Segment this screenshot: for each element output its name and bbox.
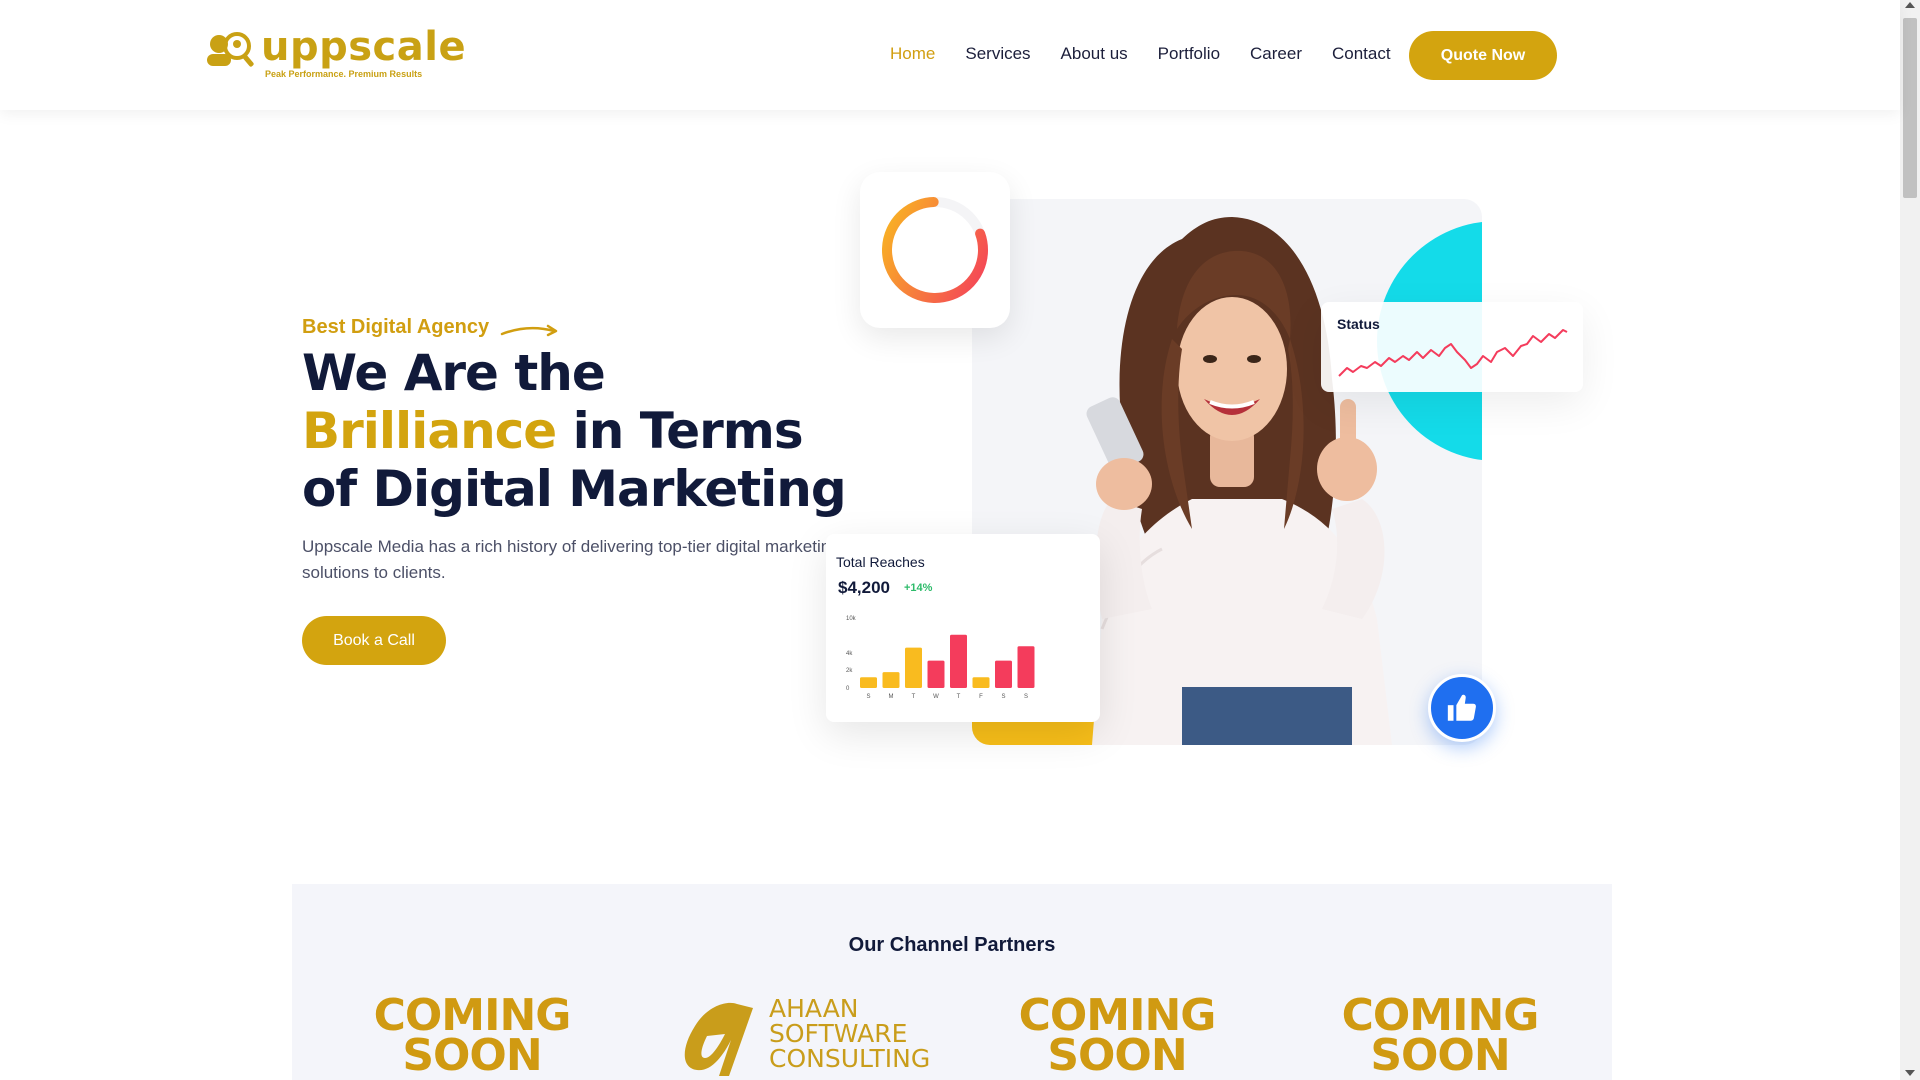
ahaan-line2: SOFTWARE bbox=[769, 1019, 908, 1048]
reach-bar bbox=[860, 677, 877, 688]
hero-description-line2: solutions to clients. bbox=[302, 563, 446, 582]
reach-value: $4,200 bbox=[838, 578, 890, 597]
logo-icon bbox=[207, 32, 254, 67]
nav-home[interactable]: Home bbox=[890, 44, 935, 64]
book-a-call-button[interactable]: Book a Call bbox=[302, 616, 446, 665]
brand-tagline: Peak Performance. Premium Results bbox=[265, 69, 423, 79]
x-tick-label: M bbox=[889, 694, 894, 700]
like-button[interactable] bbox=[1428, 674, 1496, 742]
y-tick-label: 2k bbox=[846, 668, 853, 674]
y-tick-label: 10k bbox=[846, 616, 857, 622]
hero-description-line1: Uppscale Media has a rich history of del… bbox=[302, 537, 840, 556]
site-header: uppscale Peak Performance. Premium Resul… bbox=[0, 0, 1900, 110]
reach-bar bbox=[972, 677, 990, 688]
x-tick-label: T bbox=[912, 694, 916, 700]
nav-contact[interactable]: Contact bbox=[1332, 44, 1391, 64]
ahaan-wordmark: AHAAN SOFTWARE CONSULTING bbox=[769, 996, 930, 1071]
ahaan-a-mark-icon bbox=[684, 1002, 753, 1076]
hero-title: We Are the Brilliance in Terms of Digita… bbox=[302, 344, 862, 518]
arrow-icon bbox=[500, 324, 558, 337]
brand-logo[interactable]: uppscale Peak Performance. Premium Resul… bbox=[203, 24, 466, 82]
main-nav: Home Services About us Portfolio Career … bbox=[890, 44, 1421, 64]
x-tick-label: F bbox=[979, 694, 983, 700]
nav-career[interactable]: Career bbox=[1250, 44, 1302, 64]
channel-partners-section: Our Channel Partners COMING SOON AHAAN S… bbox=[292, 884, 1612, 1080]
partner-ahaan-logo: AHAAN SOFTWARE CONSULTING bbox=[667, 996, 930, 1080]
coming-line2: SOON bbox=[402, 1030, 542, 1080]
total-reaches-card: Total Reaches $4,200 +14% 0 2k 4k 10k S M T W T F… bbox=[826, 534, 1100, 722]
status-line-chart bbox=[1338, 329, 1568, 377]
partner-coming-soon-3: COMING SOON bbox=[1340, 994, 1540, 1080]
page-scrollbar[interactable] bbox=[1900, 0, 1920, 1080]
hero-title-part1: We Are the bbox=[302, 344, 606, 402]
progress-card bbox=[860, 172, 1010, 328]
scroll-thumb[interactable] bbox=[1903, 18, 1917, 198]
partner-coming-soon-1: COMING SOON bbox=[372, 994, 572, 1080]
y-tick-label: 4k bbox=[846, 651, 853, 657]
nav-services[interactable]: Services bbox=[965, 44, 1030, 64]
nav-portfolio[interactable]: Portfolio bbox=[1158, 44, 1220, 64]
hero-eyebrow: Best Digital Agency bbox=[302, 316, 490, 338]
coming-line2: SOON bbox=[1370, 1030, 1510, 1080]
status-card: Status bbox=[1321, 302, 1583, 392]
reach-bar bbox=[927, 660, 945, 688]
x-tick-label: S bbox=[866, 694, 870, 700]
x-tick-label: W bbox=[933, 694, 939, 700]
brand-name: uppscale bbox=[261, 24, 467, 70]
quote-now-button[interactable]: Quote Now bbox=[1409, 31, 1557, 80]
reach-title: Total Reaches bbox=[836, 554, 925, 570]
x-tick-label: S bbox=[1001, 694, 1005, 700]
partners-title: Our Channel Partners bbox=[848, 934, 1056, 956]
reach-bar bbox=[905, 647, 922, 688]
ahaan-line1: AHAAN bbox=[769, 994, 859, 1023]
scroll-up-arrow-icon[interactable] bbox=[1905, 2, 1915, 8]
reach-bar bbox=[1017, 646, 1035, 688]
reach-bar bbox=[882, 672, 900, 688]
reach-bar-chart: 0 2k 4k 10k S M T W T F S S bbox=[846, 616, 1035, 700]
ahaan-line3: CONSULTING bbox=[769, 1044, 931, 1073]
y-tick-label: 0 bbox=[846, 686, 850, 692]
thumbs-up-icon bbox=[1447, 694, 1476, 721]
reach-bar bbox=[950, 634, 967, 688]
partner-coming-soon-2: COMING SOON bbox=[1017, 994, 1217, 1080]
scroll-down-arrow-icon[interactable] bbox=[1905, 1070, 1915, 1076]
coming-line2: SOON bbox=[1047, 1030, 1187, 1080]
x-tick-label: T bbox=[957, 694, 961, 700]
reach-change: +14% bbox=[904, 582, 933, 594]
reach-bar bbox=[995, 660, 1012, 688]
hero-title-highlight: Brilliance bbox=[302, 402, 557, 460]
progress-ring-chart bbox=[882, 197, 988, 303]
hero-description: Uppscale Media has a rich history of del… bbox=[302, 534, 842, 586]
x-tick-label: S bbox=[1024, 694, 1028, 700]
nav-about-us[interactable]: About us bbox=[1061, 44, 1128, 64]
